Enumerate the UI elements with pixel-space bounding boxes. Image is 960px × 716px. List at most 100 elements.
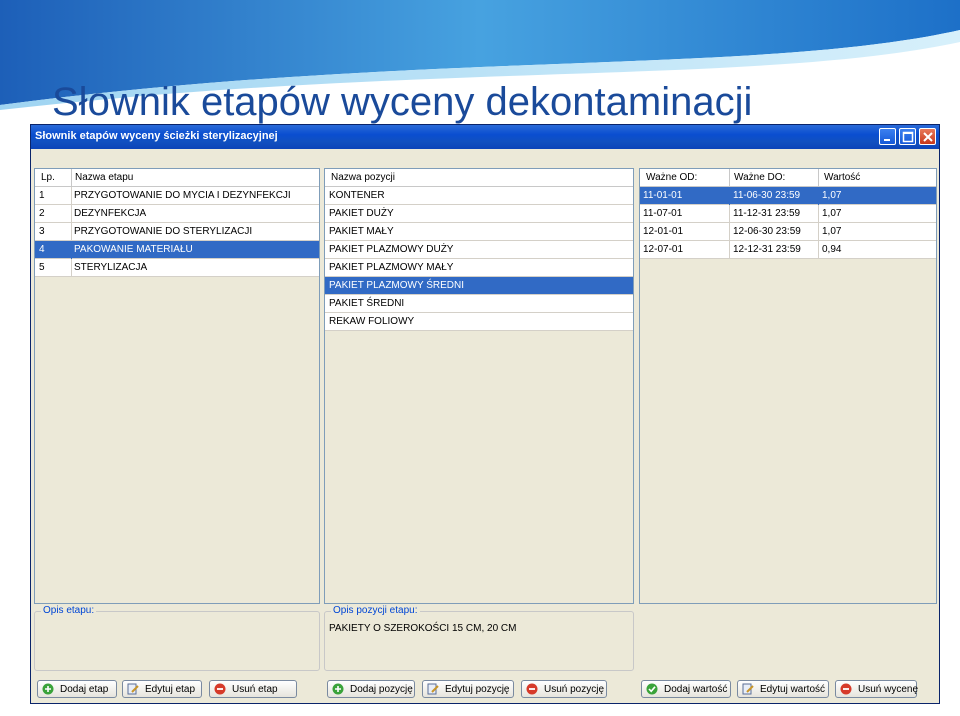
stage-description-box: Opis etapu: bbox=[34, 605, 320, 671]
position-row-selected[interactable]: PAKIET PLAZMOWY ŚREDNI bbox=[325, 277, 633, 295]
delete-value-button[interactable]: Usuń wycenę bbox=[835, 680, 919, 698]
positions-grid[interactable]: Nazwa pozycji KONTENER PAKIET DUŻY PAKIE… bbox=[324, 168, 634, 604]
stage-name: STERYLIZACJA bbox=[74, 262, 148, 273]
maximize-button[interactable] bbox=[899, 128, 916, 145]
position-description-label: Opis pozycji etapu: bbox=[331, 605, 420, 616]
stage-name: DEZYNFEKCJA bbox=[74, 208, 147, 219]
add-stage-button[interactable]: Dodaj etap bbox=[37, 680, 117, 698]
values-grid[interactable]: Ważne OD: Ważne DO: Wartość 11-01-01 11-… bbox=[639, 168, 937, 604]
stage-name: PRZYGOTOWANIE DO MYCIA I DEZYNFEKCJI bbox=[74, 190, 291, 201]
position-row[interactable]: PAKIET ŚREDNI bbox=[325, 295, 633, 313]
add-value-button[interactable]: Dodaj wartość bbox=[641, 680, 731, 698]
position-description-box: Opis pozycji etapu: PAKIETY O SZEROKOŚCI… bbox=[324, 605, 634, 671]
valid-to: 11-06-30 23:59 bbox=[733, 190, 801, 201]
valid-to: 12-12-31 23:59 bbox=[733, 244, 801, 255]
stage-row[interactable]: 3 PRZYGOTOWANIE DO STERYLIZACJI bbox=[35, 223, 319, 241]
edit-position-label: Edytuj pozycję bbox=[445, 684, 510, 695]
value-row[interactable]: 12-01-01 12-06-30 23:59 1,07 bbox=[640, 223, 936, 241]
maximize-icon bbox=[902, 131, 914, 143]
stage-lp: 2 bbox=[39, 208, 45, 219]
delete-position-button[interactable]: Usuń pozycję bbox=[521, 680, 607, 698]
valid-to: 12-06-30 23:59 bbox=[733, 226, 801, 237]
close-icon bbox=[923, 132, 933, 142]
positions-grid-header: Nazwa pozycji bbox=[325, 169, 633, 187]
valid-from: 11-07-01 bbox=[643, 208, 683, 219]
edit-stage-label: Edytuj etap bbox=[145, 684, 196, 695]
column-header-value[interactable]: Wartość bbox=[824, 172, 860, 183]
minus-circle-icon bbox=[526, 683, 538, 695]
stage-name: PAKOWANIE MATERIAŁU bbox=[74, 244, 193, 255]
stage-lp: 3 bbox=[39, 226, 45, 237]
stage-name: PRZYGOTOWANIE DO STERYLIZACJI bbox=[74, 226, 253, 237]
delete-position-label: Usuń pozycję bbox=[544, 684, 605, 695]
delete-stage-button[interactable]: Usuń etap bbox=[209, 680, 297, 698]
valid-to: 11-12-31 23:59 bbox=[733, 208, 801, 219]
stage-row[interactable]: 1 PRZYGOTOWANIE DO MYCIA I DEZYNFEKCJI bbox=[35, 187, 319, 205]
position-name: PAKIET PLAZMOWY DUŻY bbox=[329, 244, 454, 255]
column-header-valid-to[interactable]: Ważne DO: bbox=[734, 172, 785, 183]
valid-from: 11-01-01 bbox=[643, 190, 683, 201]
delete-value-label: Usuń wycenę bbox=[858, 684, 919, 695]
position-row[interactable]: PAKIET PLAZMOWY MAŁY bbox=[325, 259, 633, 277]
minus-circle-icon bbox=[214, 683, 226, 695]
value-row[interactable]: 11-07-01 11-12-31 23:59 1,07 bbox=[640, 205, 936, 223]
value-row[interactable]: 12-07-01 12-12-31 23:59 0,94 bbox=[640, 241, 936, 259]
window-titlebar[interactable]: Słownik etapów wyceny ścieżki sterylizac… bbox=[31, 125, 939, 149]
position-name: REKAW FOLIOWY bbox=[329, 316, 415, 327]
position-description-text[interactable]: PAKIETY O SZEROKOŚCI 15 CM, 20 CM bbox=[329, 623, 516, 634]
edit-position-button[interactable]: Edytuj pozycję bbox=[422, 680, 514, 698]
stage-row-selected[interactable]: 4 PAKOWANIE MATERIAŁU bbox=[35, 241, 319, 259]
stage-description-label: Opis etapu: bbox=[41, 605, 97, 616]
position-row[interactable]: PAKIET PLAZMOWY DUŻY bbox=[325, 241, 633, 259]
stage-lp: 4 bbox=[39, 244, 45, 255]
window-title: Słownik etapów wyceny ścieżki sterylizac… bbox=[35, 130, 278, 142]
minimize-button[interactable] bbox=[879, 128, 896, 145]
position-row[interactable]: PAKIET MAŁY bbox=[325, 223, 633, 241]
stage-lp: 1 bbox=[39, 190, 45, 201]
valid-from: 12-07-01 bbox=[643, 244, 684, 255]
values-grid-header: Ważne OD: Ważne DO: Wartość bbox=[640, 169, 936, 187]
position-name: PAKIET PLAZMOWY MAŁY bbox=[329, 262, 454, 273]
position-name: PAKIET DUŻY bbox=[329, 208, 394, 219]
edit-document-icon bbox=[742, 683, 754, 695]
edit-stage-button[interactable]: Edytuj etap bbox=[122, 680, 202, 698]
stages-grid-header: Lp. Nazwa etapu bbox=[35, 169, 319, 187]
dictionary-window: Słownik etapów wyceny ścieżki sterylizac… bbox=[30, 124, 940, 704]
edit-value-button[interactable]: Edytuj wartość bbox=[737, 680, 829, 698]
check-circle-icon bbox=[646, 683, 658, 695]
column-header-position-name[interactable]: Nazwa pozycji bbox=[331, 172, 395, 183]
add-stage-label: Dodaj etap bbox=[60, 684, 109, 695]
column-header-lp[interactable]: Lp. bbox=[41, 172, 55, 183]
value-row-selected[interactable]: 11-01-01 11-06-30 23:59 1,07 bbox=[640, 187, 936, 205]
plus-circle-icon bbox=[332, 683, 344, 695]
stage-row[interactable]: 2 DEZYNFEKCJA bbox=[35, 205, 319, 223]
stage-lp: 5 bbox=[39, 262, 45, 273]
delete-stage-label: Usuń etap bbox=[232, 684, 278, 695]
slide-title: Słownik etapów wyceny dekontaminacji bbox=[52, 80, 753, 124]
edit-document-icon bbox=[127, 683, 139, 695]
minimize-icon bbox=[884, 139, 890, 141]
stage-row[interactable]: 5 STERYLIZACJA bbox=[35, 259, 319, 277]
stages-grid[interactable]: Lp. Nazwa etapu 1 PRZYGOTOWANIE DO MYCIA… bbox=[34, 168, 320, 604]
edit-document-icon bbox=[427, 683, 439, 695]
plus-circle-icon bbox=[42, 683, 54, 695]
position-row[interactable]: KONTENER bbox=[325, 187, 633, 205]
position-name: PAKIET PLAZMOWY ŚREDNI bbox=[329, 280, 465, 291]
edit-value-label: Edytuj wartość bbox=[760, 684, 826, 695]
column-header-stage-name[interactable]: Nazwa etapu bbox=[75, 172, 133, 183]
position-name: PAKIET ŚREDNI bbox=[329, 298, 405, 309]
position-row[interactable]: PAKIET DUŻY bbox=[325, 205, 633, 223]
add-position-label: Dodaj pozycję bbox=[350, 684, 413, 695]
position-row[interactable]: REKAW FOLIOWY bbox=[325, 313, 633, 331]
price-value: 0,94 bbox=[822, 244, 842, 255]
add-value-label: Dodaj wartość bbox=[664, 684, 728, 695]
price-value: 1,07 bbox=[822, 226, 842, 237]
close-button[interactable] bbox=[919, 128, 936, 145]
column-header-valid-from[interactable]: Ważne OD: bbox=[646, 172, 697, 183]
position-name: PAKIET MAŁY bbox=[329, 226, 394, 237]
add-position-button[interactable]: Dodaj pozycję bbox=[327, 680, 415, 698]
minus-circle-icon bbox=[840, 683, 852, 695]
price-value: 1,07 bbox=[822, 190, 842, 201]
valid-from: 12-01-01 bbox=[643, 226, 684, 237]
price-value: 1,07 bbox=[822, 208, 842, 219]
